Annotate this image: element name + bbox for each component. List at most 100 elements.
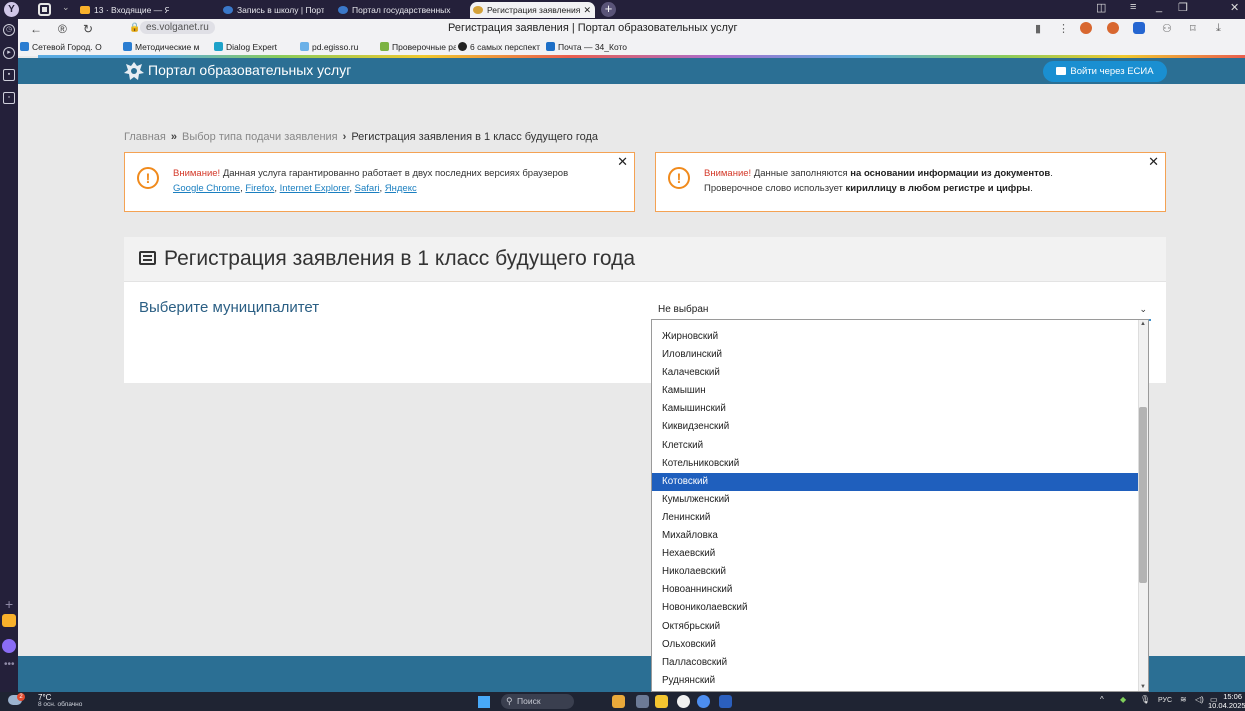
menu-icon[interactable]: ≡ <box>1130 1 1136 13</box>
mail-icon[interactable] <box>2 614 16 627</box>
collections-icon[interactable]: ⌑ <box>1190 22 1196 35</box>
extensions-icon[interactable]: ⚇ <box>1162 22 1172 35</box>
dropdown-option[interactable]: Иловлинский <box>652 346 1148 364</box>
tab-registration[interactable]: Регистрация заявления ✕ <box>470 2 595 18</box>
scroll-up-icon[interactable]: ▲ <box>1140 321 1146 327</box>
dropdown-option[interactable]: Кумылженский <box>652 491 1148 509</box>
yandex-browser-icon[interactable]: Y <box>4 2 19 17</box>
yandex-browser-icon[interactable] <box>677 695 690 708</box>
chat-icon[interactable] <box>636 695 649 708</box>
tray-chevron-icon[interactable]: ^ <box>1100 695 1104 704</box>
dropdown-option[interactable]: Михайловка <box>652 527 1148 545</box>
new-tab-icon[interactable]: + <box>601 2 616 17</box>
chevron-down-icon[interactable]: ⌄ <box>62 2 70 13</box>
dropdown-scroll-thumb[interactable] <box>1139 407 1147 583</box>
browser-tab-bar: Y ⌄ 13 · Входящие — Яндекс Запись в школ… <box>0 0 1245 19</box>
dropdown-option[interactable]: Новоаннинский <box>652 581 1148 599</box>
notes-icon[interactable]: ▫ <box>3 92 15 104</box>
bookmark-item[interactable]: Dialog Expert <box>214 41 294 54</box>
breadcrumb-current: Регистрация заявления в 1 класс будущего… <box>351 131 599 143</box>
dropdown-option[interactable]: Калачевский <box>652 364 1148 382</box>
municipality-select[interactable]: Не выбран ⌄ <box>652 301 1151 321</box>
link-firefox[interactable]: Firefox <box>245 183 274 194</box>
close-tab-icon[interactable]: ✕ <box>583 2 591 18</box>
link-ie[interactable]: Internet Explorer <box>280 183 350 194</box>
protect-icon[interactable]: ◫ <box>1096 1 1106 14</box>
bookmark-item[interactable]: 6 самых перспект <box>458 41 541 54</box>
bookmark-icon[interactable]: ▮ <box>1035 22 1041 35</box>
dropdown-option[interactable]: Николаевский <box>652 563 1148 581</box>
close-icon[interactable]: ✕ <box>1148 154 1159 170</box>
more-icon[interactable]: ⋮ <box>1058 22 1069 35</box>
tab-mail[interactable]: 13 · Входящие — Яндекс <box>77 2 169 18</box>
close-icon[interactable]: ✕ <box>617 154 628 170</box>
scroll-down-icon[interactable]: ▼ <box>1140 684 1146 690</box>
tab-school[interactable]: Запись в школу | Портал <box>220 2 324 18</box>
url-domain[interactable]: es.volganet.ru <box>140 21 215 34</box>
back-icon[interactable]: ← <box>30 22 42 36</box>
breadcrumb-home[interactable]: Главная <box>124 131 166 143</box>
dropdown-option[interactable]: Котельниковский <box>652 455 1148 473</box>
search-icon: ⚲ <box>506 696 513 706</box>
word-icon[interactable] <box>719 695 732 708</box>
history-icon[interactable]: ◷ <box>3 24 15 36</box>
bookmark-favicon <box>546 42 555 51</box>
dropdown-option[interactable]: Ольховский <box>652 636 1148 654</box>
bookmark-item[interactable]: Проверочные раб <box>380 41 456 54</box>
play-icon[interactable]: ▸ <box>3 47 15 59</box>
restore-icon[interactable]: ❐ <box>1178 1 1188 14</box>
mic-icon[interactable]: 🎙 <box>1140 695 1150 704</box>
dropdown-option[interactable]: Ленинский <box>652 509 1148 527</box>
reload-icon[interactable]: ↻ <box>83 22 93 36</box>
chevron-down-icon: ⌄ <box>1139 304 1147 314</box>
minimize-icon[interactable]: _ <box>1156 1 1162 13</box>
taskbar-search[interactable]: ⚲ Поиск <box>501 694 574 709</box>
language-indicator[interactable]: РУС <box>1158 697 1172 704</box>
esia-login-button[interactable]: Войти через ЕСИА <box>1043 61 1167 82</box>
site-title[interactable]: Портал образовательных услуг <box>148 62 351 78</box>
dropdown-option[interactable]: Жирновский <box>652 328 1148 346</box>
screen-icon[interactable]: ▪ <box>3 69 15 81</box>
link-chrome[interactable]: Google Chrome <box>173 183 240 194</box>
address-page-title[interactable]: Регистрация заявления | Портал образоват… <box>448 22 737 34</box>
alice-icon[interactable] <box>2 639 16 653</box>
bookmark-item[interactable]: Сетевой Город. О <box>20 41 120 54</box>
widgets-icon[interactable] <box>612 695 625 708</box>
browser-sidebar: ◷ ▸ ▪ ▫ + ••• <box>0 19 18 692</box>
clock[interactable]: 15:06 10.04.2025 <box>1208 692 1245 710</box>
extension-icon[interactable] <box>1080 22 1092 34</box>
wifi-icon[interactable]: ≋ <box>1180 695 1187 704</box>
dropdown-option[interactable]: Камышинский <box>652 400 1148 418</box>
municipality-dropdown-list[interactable]: Жирновский Иловлинский Калачевский Камыш… <box>651 319 1149 692</box>
windows-start-icon[interactable] <box>478 696 490 708</box>
dropdown-option[interactable]: Палласовский <box>652 654 1148 672</box>
dropdown-option[interactable]: Камышин <box>652 382 1148 400</box>
add-icon[interactable]: + <box>5 596 13 612</box>
bookmark-item[interactable]: Методические м <box>123 41 213 54</box>
dropdown-option-selected[interactable]: Котовский <box>652 472 1148 491</box>
dropdown-option[interactable]: Нехаевский <box>652 545 1148 563</box>
extension-icon[interactable] <box>1107 22 1119 34</box>
alert-text: Внимание! Данные заполняются на основани… <box>704 168 1053 194</box>
bookmark-item[interactable]: Почта — 34_Кото <box>546 41 631 54</box>
close-window-icon[interactable]: ✕ <box>1230 1 1239 14</box>
link-safari[interactable]: Safari <box>355 183 380 194</box>
bookmark-item[interactable]: pd.egisso.ru <box>300 41 375 54</box>
dropdown-option[interactable]: Руднянский <box>652 672 1148 690</box>
dropdown-option[interactable]: Киквидзенский <box>652 418 1148 436</box>
volume-icon[interactable]: ◁) <box>1195 695 1204 704</box>
dropdown-option[interactable]: Новониколаевский <box>652 599 1148 617</box>
dropdown-option[interactable]: Октябрьский <box>652 618 1148 636</box>
browser-icon[interactable] <box>697 695 710 708</box>
extension-icon[interactable] <box>1133 22 1145 34</box>
download-icon[interactable]: ⤓ <box>1216 22 1221 35</box>
explorer-icon[interactable] <box>655 695 668 708</box>
shield-icon[interactable]: ® <box>58 22 67 36</box>
dropdown-option[interactable]: Клетский <box>652 437 1148 455</box>
tray-app-icon[interactable]: ◆ <box>1120 695 1126 704</box>
tab-gosuslugi[interactable]: Портал государственных <box>335 2 453 18</box>
tabs-grid-icon[interactable] <box>38 3 51 16</box>
breadcrumb-step[interactable]: Выбор типа подачи заявления <box>182 131 338 143</box>
link-yandex[interactable]: Яндекс <box>385 183 417 194</box>
more-icon[interactable]: ••• <box>4 659 15 670</box>
